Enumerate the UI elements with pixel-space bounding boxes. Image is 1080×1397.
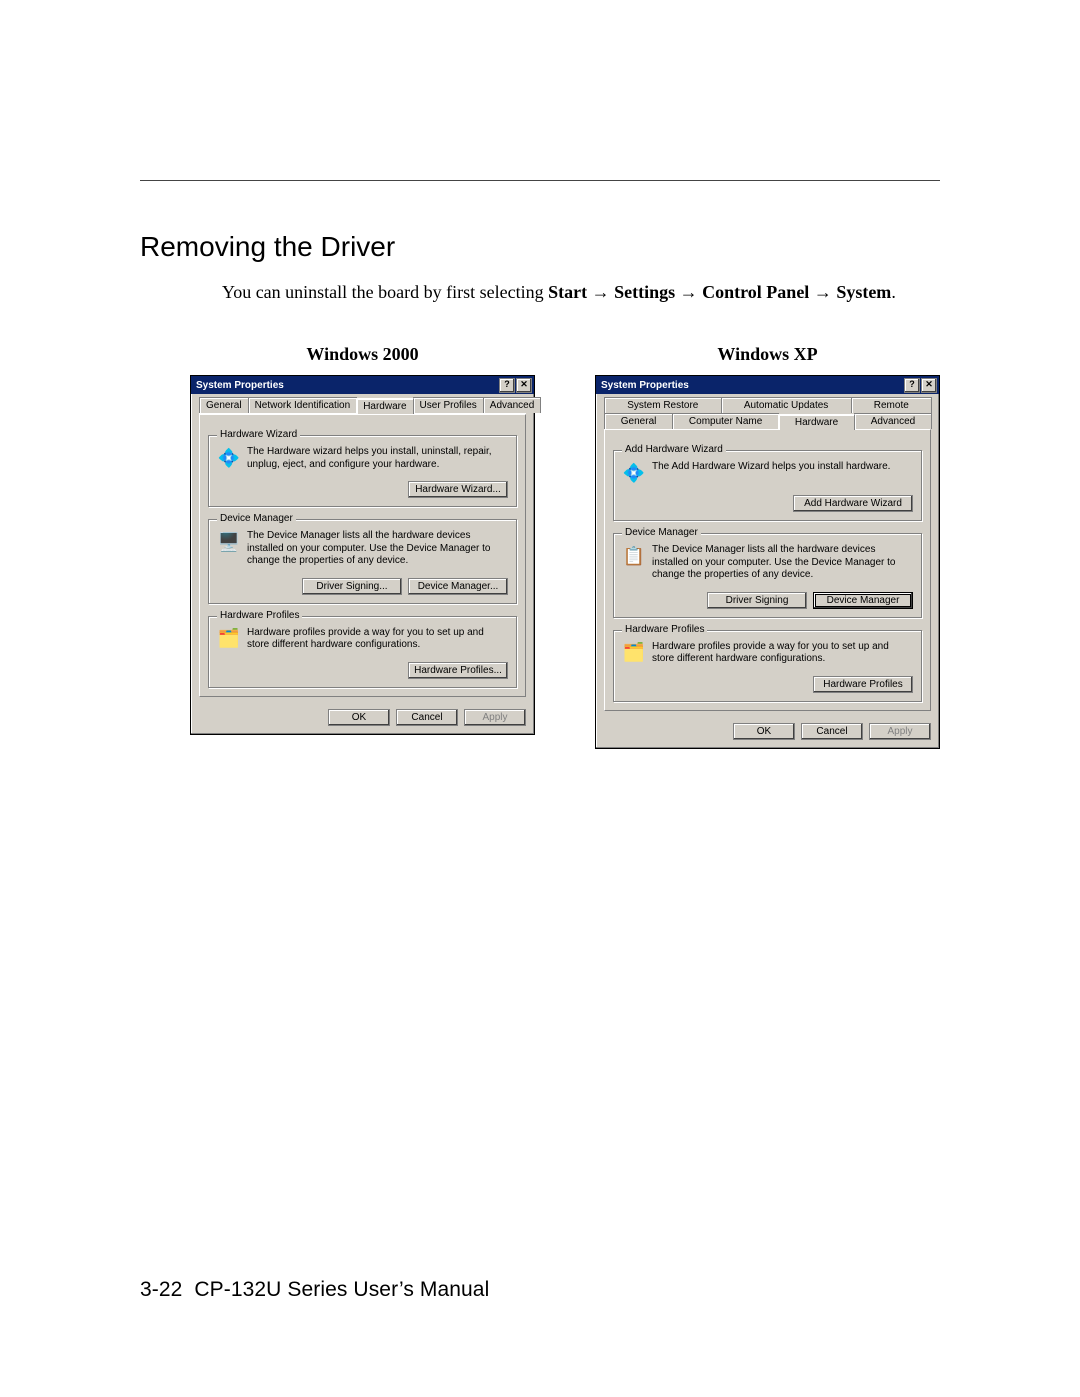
ok-button[interactable]: OK	[328, 709, 390, 726]
hardware-profiles-icon: 🗂️	[622, 641, 646, 665]
tab-advanced[interactable]: Advanced	[483, 397, 541, 413]
tab-system-restore[interactable]: System Restore	[604, 397, 722, 413]
group-label: Hardware Profiles	[217, 610, 302, 621]
device-manager-text: The Device Manager lists all the hardwar…	[652, 544, 913, 582]
btn-label: Driver Signing	[726, 595, 789, 606]
btn-label: Device Manager	[827, 595, 900, 606]
btn-label: Add Hardware Wizard	[804, 498, 902, 509]
hardware-profiles-button[interactable]: Hardware Profiles	[813, 676, 913, 693]
group-label: Device Manager	[622, 527, 701, 538]
tab-general[interactable]: General	[604, 413, 673, 429]
device-manager-button[interactable]: Device Manager...	[408, 578, 508, 595]
manual-title: CP-132U Series User’s Manual	[194, 1278, 489, 1301]
btn-label: Cancel	[816, 726, 847, 737]
intro-period: .	[891, 282, 896, 302]
device-manager-icon: 📋	[622, 544, 646, 568]
system-properties-window-win2000: System Properties ? ✕ General Network Id…	[190, 375, 535, 735]
device-manager-button[interactable]: Device Manager	[813, 592, 913, 609]
cancel-button[interactable]: Cancel	[396, 709, 458, 726]
btn-label: Hardware Wizard...	[415, 484, 501, 495]
tab-automatic-updates[interactable]: Automatic Updates	[721, 397, 852, 413]
arrow-icon: →	[592, 282, 615, 302]
group-label: Add Hardware Wizard	[622, 444, 726, 455]
add-hardware-wizard-button[interactable]: Add Hardware Wizard	[793, 495, 913, 512]
hardware-profiles-text: Hardware profiles provide a way for you …	[247, 627, 508, 652]
btn-label: OK	[352, 712, 366, 723]
device-manager-icon: 🖥️	[217, 530, 241, 554]
page-rule	[140, 180, 940, 181]
btn-label: Cancel	[411, 712, 442, 723]
ok-button[interactable]: OK	[733, 723, 795, 740]
intro-before: You can uninstall the board by first sel…	[222, 282, 548, 302]
tab-network-identification[interactable]: Network Identification	[248, 397, 358, 413]
tab-computer-name[interactable]: Computer Name	[672, 413, 779, 429]
help-button[interactable]: ?	[499, 378, 515, 393]
cancel-button[interactable]: Cancel	[801, 723, 863, 740]
btn-label: Hardware Profiles	[823, 679, 902, 690]
hardware-wizard-group: Hardware Wizard 💠 The Hardware wizard he…	[208, 435, 517, 507]
group-label: Hardware Profiles	[622, 624, 707, 635]
close-button[interactable]: ✕	[921, 378, 937, 393]
btn-label: Driver Signing...	[316, 581, 387, 592]
hardware-profiles-group: Hardware Profiles 🗂️ Hardware profiles p…	[613, 630, 922, 702]
section-title: Removing the Driver	[140, 231, 940, 263]
hardware-wizard-icon: 💠	[217, 446, 241, 470]
apply-button[interactable]: Apply	[464, 709, 526, 726]
label-windows-xp: Windows XP	[595, 344, 940, 365]
driver-signing-button[interactable]: Driver Signing	[707, 592, 807, 609]
nav-start: Start	[548, 282, 587, 302]
btn-label: Apply	[887, 726, 912, 737]
add-hardware-wizard-group: Add Hardware Wizard 💠 The Add Hardware W…	[613, 450, 922, 521]
btn-label: Apply	[482, 712, 507, 723]
add-hardware-wizard-text: The Add Hardware Wizard helps you instal…	[652, 461, 890, 485]
system-properties-window-winxp: System Properties ? ✕ System Restore Aut…	[595, 375, 940, 749]
hardware-tab-panel: Add Hardware Wizard 💠 The Add Hardware W…	[604, 429, 931, 711]
hardware-profiles-icon: 🗂️	[217, 627, 241, 651]
intro-paragraph: You can uninstall the board by first sel…	[222, 281, 940, 304]
label-windows-2000: Windows 2000	[190, 344, 535, 365]
hardware-wizard-text: The Hardware wizard helps you install, u…	[247, 446, 508, 471]
titlebar: System Properties ? ✕	[596, 376, 939, 394]
close-button[interactable]: ✕	[516, 378, 532, 393]
hardware-profiles-group: Hardware Profiles 🗂️ Hardware profiles p…	[208, 616, 517, 688]
hardware-wizard-button[interactable]: Hardware Wizard...	[408, 481, 508, 498]
device-manager-group: Device Manager 🖥️ The Device Manager lis…	[208, 519, 517, 604]
window-title: System Properties	[196, 380, 284, 391]
group-label: Hardware Wizard	[217, 429, 300, 440]
help-button[interactable]: ?	[904, 378, 920, 393]
arrow-icon: →	[814, 282, 837, 302]
hardware-profiles-button[interactable]: Hardware Profiles...	[408, 662, 508, 679]
tab-hardware[interactable]: Hardware	[356, 398, 413, 414]
nav-system: System	[836, 282, 891, 302]
page-number: 3-22	[140, 1278, 182, 1301]
group-label: Device Manager	[217, 513, 296, 524]
btn-label: OK	[757, 726, 771, 737]
nav-settings: Settings	[614, 282, 675, 302]
apply-button[interactable]: Apply	[869, 723, 931, 740]
hardware-tab-panel: Hardware Wizard 💠 The Hardware wizard he…	[199, 414, 526, 697]
btn-label: Device Manager...	[418, 581, 499, 592]
tab-remote[interactable]: Remote	[851, 397, 932, 413]
titlebar: System Properties ? ✕	[191, 376, 534, 394]
device-manager-group: Device Manager 📋 The Device Manager list…	[613, 533, 922, 618]
nav-control-panel: Control Panel	[702, 282, 809, 302]
tab-advanced[interactable]: Advanced	[854, 413, 932, 429]
add-hardware-wizard-icon: 💠	[622, 461, 646, 485]
tab-hardware[interactable]: Hardware	[778, 414, 855, 430]
tab-user-profiles[interactable]: User Profiles	[413, 397, 484, 413]
arrow-icon: →	[680, 282, 703, 302]
device-manager-text: The Device Manager lists all the hardwar…	[247, 530, 508, 568]
window-title: System Properties	[601, 380, 689, 391]
tab-general[interactable]: General	[199, 397, 249, 413]
btn-label: Hardware Profiles...	[414, 665, 502, 676]
hardware-profiles-text: Hardware profiles provide a way for you …	[652, 641, 913, 666]
driver-signing-button[interactable]: Driver Signing...	[302, 578, 402, 595]
page-footer: 3-22 CP-132U Series User’s Manual	[140, 1278, 489, 1302]
